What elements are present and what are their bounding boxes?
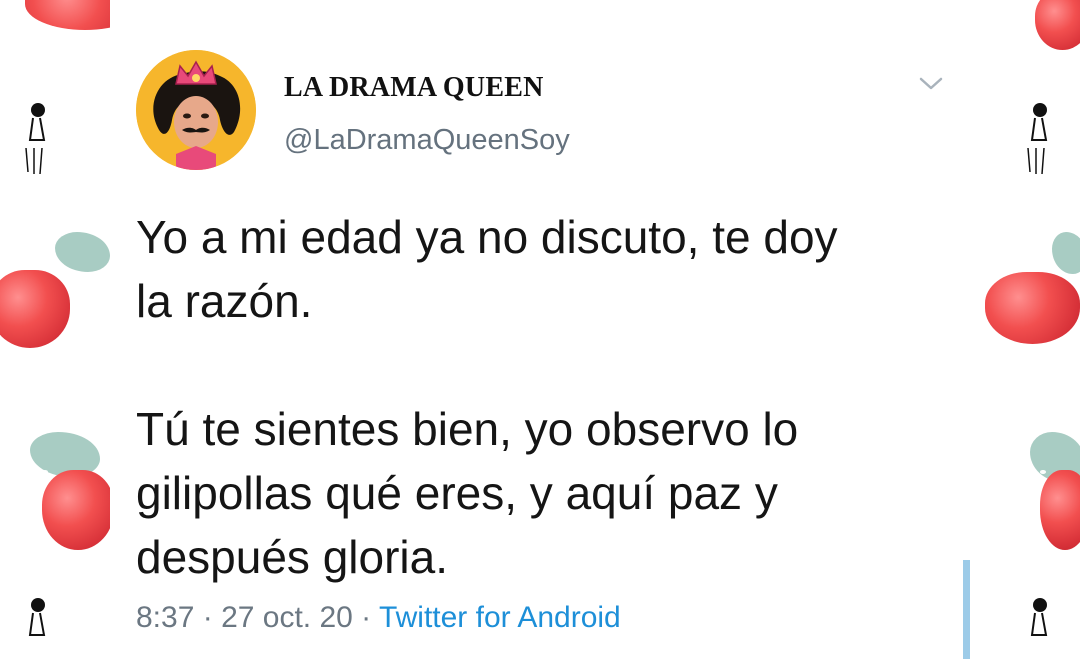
tweet-text: Yo a mi edad ya no discuto, te doy la ra… xyxy=(136,211,838,583)
strawberry-decoration xyxy=(985,272,1080,344)
strawberry-decoration xyxy=(0,270,70,348)
leaf-decoration xyxy=(1052,232,1080,274)
tweet-meta: 8:37 · 27 oct. 20 · Twitter for Android xyxy=(136,601,621,635)
strawberry-decoration xyxy=(1035,0,1080,50)
figure-doodle-icon xyxy=(1030,598,1048,636)
strawberry-decoration xyxy=(1040,470,1080,550)
figure-doodle-icon xyxy=(28,598,46,636)
avatar[interactable] xyxy=(136,50,256,170)
screenshot: LA DRAMA QUEEN @LaDramaQueenSoy Yo a mi … xyxy=(0,0,1080,659)
thread-line xyxy=(963,560,970,659)
tweet-card: LA DRAMA QUEEN @LaDramaQueenSoy Yo a mi … xyxy=(110,0,968,659)
user-handle[interactable]: @LaDramaQueenSoy xyxy=(284,124,570,157)
leaf-decoration xyxy=(55,232,110,272)
figure-doodle-icon xyxy=(1027,103,1048,175)
display-name[interactable]: LA DRAMA QUEEN xyxy=(284,72,544,104)
figure-doodle-icon xyxy=(25,103,46,175)
tweet-time[interactable]: 8:37 xyxy=(136,601,194,634)
tweet-date[interactable]: 27 oct. 20 xyxy=(221,601,353,634)
chevron-down-icon[interactable] xyxy=(916,72,946,96)
avatar-icon xyxy=(136,50,256,170)
meta-separator: · xyxy=(352,601,379,634)
meta-separator: · xyxy=(194,601,222,634)
strawberry-decoration xyxy=(42,470,114,550)
tweet-source-link[interactable]: Twitter for Android xyxy=(379,601,621,634)
